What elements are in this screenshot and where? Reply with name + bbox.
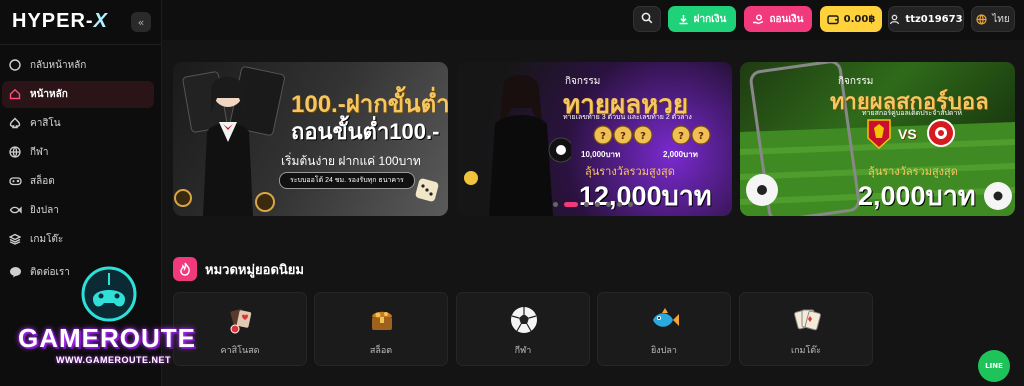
- sidebar-item-casino[interactable]: คาสิโน: [2, 110, 154, 137]
- fish-icon: [8, 203, 22, 217]
- username: ttz019673: [905, 13, 963, 25]
- section-title: หมวดหมู่ยอดนิยม: [205, 262, 304, 278]
- carousel-dot[interactable]: [595, 202, 600, 207]
- language-selector[interactable]: ไทย: [971, 6, 1015, 32]
- category-card-slots[interactable]: สล็อต: [314, 292, 448, 366]
- deposit-button[interactable]: ฝากเงิน: [668, 6, 736, 32]
- carousel-dot[interactable]: [584, 202, 589, 207]
- home-icon: [8, 87, 22, 101]
- line-chat-button[interactable]: LINE: [978, 350, 1010, 382]
- cash-hand-icon: [752, 14, 764, 25]
- watermark-url: WWW.GAMEROUTE.NET: [56, 355, 171, 365]
- svg-text:?: ?: [678, 131, 684, 142]
- sidebar-item-label: ยิงปลา: [30, 205, 59, 216]
- search-button[interactable]: [633, 6, 661, 32]
- sidebar-divider: [0, 44, 162, 45]
- search-icon: [641, 12, 653, 27]
- soccer-ball-icon: [509, 305, 539, 335]
- team-crest-right: [927, 119, 955, 147]
- language-label: ไทย: [992, 13, 1010, 25]
- banner-note: ระบบออโต้ 24 ชม. รองรับทุก ธนาคาร: [279, 172, 415, 189]
- wallet-balance-button[interactable]: 0.00฿: [820, 6, 882, 32]
- download-icon: [678, 14, 689, 25]
- sidebar-item-table-games[interactable]: เกมโต๊ะ: [2, 226, 154, 253]
- sidebar-item-label: กลับหน้าหลัก: [30, 60, 87, 71]
- category-card-table-games[interactable]: เกมโต๊ะ: [739, 292, 873, 366]
- deposit-label: ฝากเงิน: [693, 13, 727, 25]
- carousel-dot[interactable]: [553, 202, 558, 207]
- banner-prize-amount: 2,000บาท: [858, 181, 976, 211]
- casino-chips-icon: [226, 305, 256, 335]
- promo-banner-min-deposit[interactable]: 100.-ฝากขั้นต่ำ ถอนขั้นต่ำ100.- เริ่มต้น…: [173, 62, 448, 216]
- carousel-dot[interactable]: [617, 202, 622, 207]
- sidebar-item-home[interactable]: หน้าหลัก: [2, 81, 154, 108]
- category-card-sports[interactable]: กีฬา: [456, 292, 590, 366]
- promo-banner-football-score[interactable]: กิจกรรม ทายผลสกอร์บอล ทายสกอร์คู่บอลเด็ด…: [740, 62, 1015, 216]
- line-chat-icon: LINE: [985, 362, 1003, 370]
- wallet-balance: 0.00฿: [843, 13, 876, 25]
- sidebar-item-back-home[interactable]: กลับหน้าหลัก: [2, 52, 154, 79]
- sidebar-menu: กลับหน้าหลัก หน้าหลัก คาสิโน กีฬา สล็อต …: [0, 52, 162, 288]
- sidebar-item-sports[interactable]: กีฬา: [2, 139, 154, 166]
- withdraw-label: ถอนเงิน: [769, 13, 804, 25]
- category-card-fishing[interactable]: ยิงปลา: [597, 292, 731, 366]
- host-image: [464, 74, 571, 216]
- circle-icon: [8, 58, 22, 72]
- gameroute-logo-icon: [81, 266, 137, 322]
- prize-2-digit: 2,000บาท: [663, 150, 698, 159]
- ball-icon: [8, 145, 22, 159]
- fish-icon: [650, 305, 680, 335]
- layers-icon: [8, 232, 22, 246]
- sidebar-item-label: สล็อต: [30, 176, 55, 187]
- treasure-chest-icon: [367, 305, 397, 335]
- app-root: HYPER-X « กลับหน้าหลัก หน้าหลัก คาสิโน ก…: [0, 0, 1024, 386]
- gameroute-watermark: GAMEROUTE WWW.GAMEROUTE.NET: [18, 265, 208, 375]
- withdraw-button[interactable]: ถอนเงิน: [744, 6, 812, 32]
- carousel-dot[interactable]: [606, 202, 611, 207]
- carousel-dot-active[interactable]: [564, 202, 578, 207]
- sidebar-item-label: เกมโต๊ะ: [30, 234, 64, 245]
- category-label: เกมโต๊ะ: [791, 346, 821, 356]
- team-crest-left: [867, 119, 891, 150]
- wallet-icon: [826, 14, 839, 25]
- svg-text:?: ?: [640, 131, 646, 142]
- gamepad-icon: [8, 174, 22, 188]
- sidebar-item-label: หน้าหลัก: [30, 89, 68, 100]
- svg-text:?: ?: [600, 131, 606, 142]
- versus-label: VS: [898, 126, 917, 142]
- dice-icon: [415, 178, 439, 202]
- svg-text:?: ?: [698, 131, 704, 142]
- user-profile-button[interactable]: ttz019673: [888, 6, 964, 32]
- lottery-balls: ?????: [593, 125, 711, 145]
- category-label: ยิงปลา: [651, 346, 677, 356]
- banner-subtitle: ทายเลขท้าย 3 ตัวบน และเลขท้าย 2 ตัวล่าง: [563, 114, 692, 121]
- carousel-indicator: [553, 202, 633, 207]
- svg-text:?: ?: [620, 131, 626, 142]
- user-icon: [889, 14, 900, 25]
- sidebar-item-label: คาสิโน: [30, 118, 61, 129]
- sidebar-collapse-button[interactable]: «: [131, 12, 151, 32]
- spade-icon: [8, 116, 22, 130]
- watermark-name: GAMEROUTE: [18, 323, 196, 353]
- banner-text: เริ่มต้นง่าย ฝากแค่ 100บาท: [281, 154, 421, 168]
- carousel-dot[interactable]: [628, 202, 633, 207]
- banner-prize-amount: 12,000บาท: [579, 181, 712, 211]
- brand-logo[interactable]: HYPER-X: [12, 10, 108, 33]
- category-label: กีฬา: [514, 346, 532, 356]
- top-bar: ฝากเงิน ถอนเงิน 0.00฿ ttz019673 ไทย: [162, 0, 1024, 40]
- banner-subheadline: ถอนขั้นต่ำ100.-: [291, 119, 440, 144]
- dealer-image: [174, 66, 285, 216]
- category-label: สล็อต: [369, 346, 393, 356]
- promo-banner-lottery[interactable]: กิจกรรม ทายผลหวย ทายเลขท้าย 3 ตัวบน และเ…: [457, 62, 732, 216]
- sidebar-item-label: กีฬา: [30, 147, 49, 158]
- prize-3-digit: 10,000บาท: [581, 150, 621, 159]
- globe-icon: [976, 13, 987, 25]
- sidebar-item-fishing[interactable]: ยิงปลา: [2, 197, 154, 224]
- sidebar-item-slots[interactable]: สล็อต: [2, 168, 154, 195]
- playing-cards-icon: [792, 305, 822, 335]
